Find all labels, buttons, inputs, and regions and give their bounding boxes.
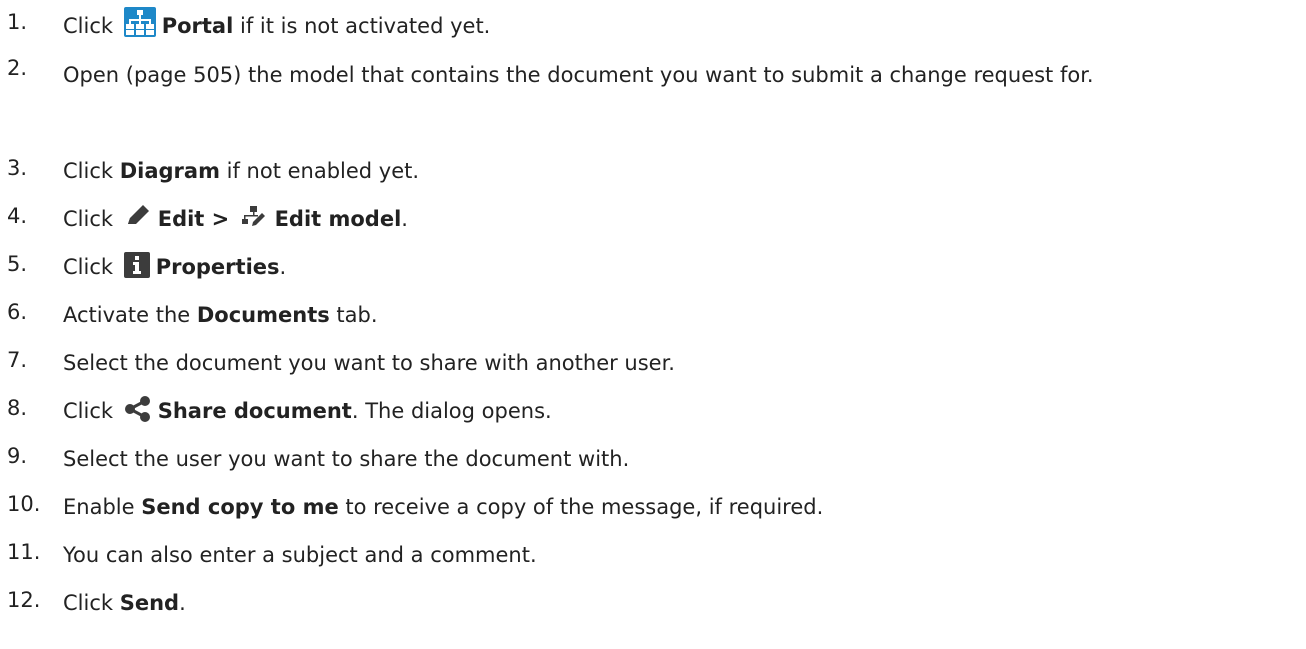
info-icon — [123, 252, 150, 289]
step-number: 3. — [7, 156, 28, 180]
step-number: 9. — [7, 444, 28, 468]
step-number: 2. — [7, 56, 28, 80]
step-number: 11. — [7, 540, 41, 564]
step-number: 8. — [7, 396, 28, 420]
step-number: 7. — [7, 348, 28, 372]
page-reference-link[interactable]: (page 505) — [126, 63, 242, 87]
step-number: 10. — [7, 492, 41, 516]
step-number: 6. — [7, 300, 28, 324]
step-number: 4. — [7, 204, 28, 228]
pencil-icon — [124, 202, 152, 241]
edit-model-icon — [241, 204, 269, 241]
step-number: 5. — [7, 252, 28, 276]
share-icon — [124, 396, 152, 433]
step-number: 12. — [7, 588, 41, 612]
step-number: 1. — [7, 10, 28, 34]
portal-icon — [123, 7, 156, 48]
